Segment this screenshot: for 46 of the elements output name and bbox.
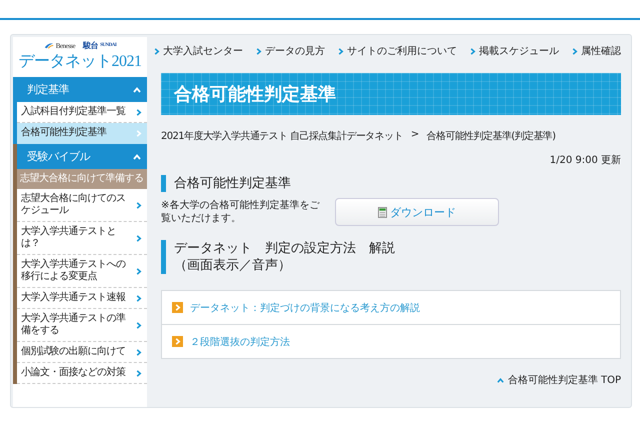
sidebar-item[interactable]: 小論文・面接などの対策 [17,363,147,384]
brand-name: 駿台 [83,40,98,51]
nav-link[interactable]: データの見方 [249,44,331,58]
chevron-right-icon [153,48,160,54]
chevron-right-icon [571,48,578,54]
note-text: ※各大学の合格可能性判定基準をご覧いただけます。 [161,199,320,225]
chevron-right-icon [135,294,142,302]
sidebar-item[interactable]: 大学入学共通テスト速報 [17,288,147,309]
nav-link[interactable]: サイトのご利用について [331,44,463,58]
sidebar-subheader: 志望大合格に向けて準備する [17,169,147,189]
sidebar-item[interactable]: 合格可能性判定基準 [17,123,147,144]
section-heading: データネット 判定の設定方法 解説 [174,240,395,257]
chevron-right-icon [135,202,142,208]
section-header[interactable]: 受験バイブル [17,144,147,169]
bird-logo-icon [44,42,54,49]
nav-link[interactable]: 大学入試センター [147,44,249,58]
breadcrumb-separator: > [410,129,419,142]
site-title: データネット2021 [18,52,142,72]
chevron-right-icon [337,48,344,54]
sidebar-item[interactable]: 大学入学共通テストへの移行による変更点 [17,255,147,288]
spreadsheet-icon [378,206,387,218]
sidebar-item[interactable]: 個別試験の出願に向けて [17,342,147,363]
chevron-right-icon [469,48,476,54]
chevron-right-icon [135,268,142,274]
chevron-right-icon [135,322,142,328]
chevron-right-icon [135,108,142,116]
chevron-right-icon [135,130,142,136]
chevron-up-icon [133,152,141,160]
chevron-up-icon [496,376,504,384]
chevron-right-icon [255,48,262,54]
section-heading: （画面表示／音声） [174,257,291,274]
nav-link[interactable]: 属性確認 [565,44,621,58]
chevron-right-icon [135,370,142,376]
sidebar-item[interactable]: 大学入学共通テストの準備をする [17,309,147,342]
update-time: 1/20 9:00 更新 [550,154,621,167]
chevron-up-icon [133,86,141,94]
page-title: 合格可能性判定基準 [174,83,336,106]
breadcrumb-link[interactable]: 2021年度大学入学共通テスト 自己採点集計データネット [161,129,403,143]
chevron-right-icon [135,234,142,242]
sidebar-item[interactable]: 大学入学共通テストとは？ [17,222,147,255]
sidebar-item[interactable]: 志望大合格に向けてのスケジュール [17,189,147,222]
section-header[interactable]: 判定基準 [17,77,147,102]
nav-link[interactable]: 掲載スケジュール [463,44,565,58]
chevron-right-icon [135,348,142,356]
back-to-top-link[interactable]: 合格可能性判定基準 TOP [496,373,621,387]
section-heading: 合格可能性判定基準 [161,175,621,192]
